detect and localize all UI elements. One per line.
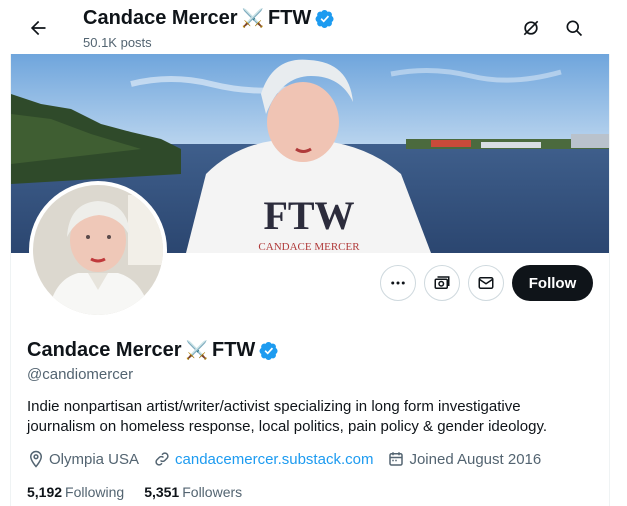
location-icon xyxy=(29,450,43,468)
following-count: 5,192 xyxy=(27,484,63,500)
back-button[interactable] xyxy=(22,12,54,44)
more-button[interactable] xyxy=(380,265,416,301)
profile-name-text: Candace Mercer xyxy=(27,339,182,361)
header-post-count: 50.1K posts xyxy=(83,35,152,50)
search-button[interactable] xyxy=(558,12,590,44)
followers-link[interactable]: 5,351 Followers xyxy=(144,484,242,500)
subscribe-button[interactable] xyxy=(424,265,460,301)
shirt-subtext: CANDACE MERCER xyxy=(258,241,360,253)
back-arrow-icon xyxy=(30,20,46,36)
verified-badge-icon[interactable] xyxy=(259,341,279,361)
right-border xyxy=(609,0,610,506)
link-icon xyxy=(155,452,169,466)
profile-emoji: ⚔️ xyxy=(185,340,208,360)
header-suffix: FTW xyxy=(267,7,312,29)
top-bar: Candace Mercer ⚔️ FTW 50.1K posts xyxy=(0,0,627,54)
profile-name: Candace Mercer ⚔️ FTW xyxy=(27,339,279,362)
search-icon xyxy=(566,20,583,37)
joined-item: Joined August 2016 xyxy=(387,450,541,468)
following-label: Following xyxy=(65,484,125,500)
verified-badge-icon xyxy=(315,9,334,28)
profile-handle: @candiomercer xyxy=(27,366,134,383)
header-name-text: Candace Mercer xyxy=(83,7,238,29)
location-item: Olympia USA xyxy=(27,450,139,468)
website-link[interactable]: candacemercer.substack.com xyxy=(175,451,373,468)
shirt-text: FTW xyxy=(263,193,354,238)
header-name: Candace Mercer ⚔️ FTW xyxy=(83,7,335,30)
header-emoji: ⚔️ xyxy=(241,8,264,28)
message-icon xyxy=(478,277,494,289)
followers-label: Followers xyxy=(182,484,243,500)
website-item: candacemercer.substack.com xyxy=(153,450,373,468)
grok-button[interactable] xyxy=(515,12,547,44)
profile-meta: Olympia USA candacemercer.substack.com J… xyxy=(27,450,555,468)
joined-text: Joined August 2016 xyxy=(409,450,542,468)
grok-icon xyxy=(523,20,539,36)
follow-button[interactable]: Follow xyxy=(512,265,593,301)
more-icon xyxy=(391,281,405,285)
location-text: Olympia USA xyxy=(49,450,140,468)
profile-suffix: FTW xyxy=(211,339,256,361)
subscribe-icon xyxy=(434,276,450,289)
calendar-icon xyxy=(389,452,404,466)
profile-bio: Indie nonpartisan artist/writer/activist… xyxy=(27,398,548,435)
followers-count: 5,351 xyxy=(144,484,180,500)
following-link[interactable]: 5,192 Following xyxy=(27,484,124,500)
follow-stats: 5,192 Following 5,351 Followers xyxy=(27,484,242,500)
avatar[interactable] xyxy=(29,181,167,319)
message-button[interactable] xyxy=(468,265,504,301)
avatar-image xyxy=(33,185,163,315)
